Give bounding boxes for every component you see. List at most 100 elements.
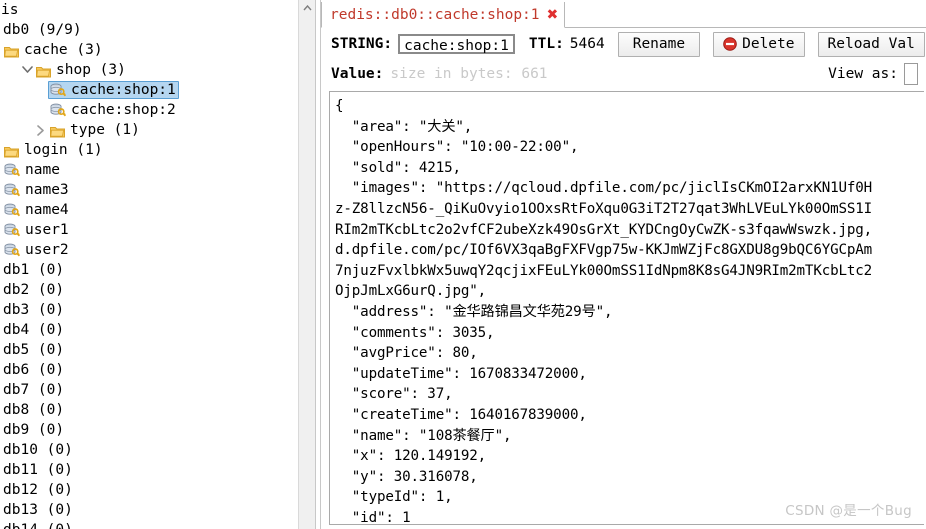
tree-item-db1[interactable]: db1 (0) — [0, 260, 315, 280]
tree-item-hit-area[interactable]: shop (3) — [34, 61, 129, 79]
tree-item-db7[interactable]: db7 (0) — [0, 380, 315, 400]
tree-item-db9[interactable]: db9 (0) — [0, 420, 315, 440]
tree-item-login[interactable]: login (1) — [0, 140, 315, 160]
tree-item-hit-area[interactable]: db8 (0) — [0, 401, 67, 419]
value-pane: redis::db0::cache:shop:1 ✖ STRING: cache… — [321, 0, 926, 529]
tree-item-hit-area[interactable]: db2 (0) — [0, 281, 67, 299]
editor-line: "sold": 4215, — [335, 159, 461, 176]
tree-item-hit-area[interactable]: db11 (0) — [0, 461, 76, 479]
reload-value-button[interactable]: Reload Val — [817, 31, 925, 57]
tree-item-hit-area[interactable]: db5 (0) — [0, 341, 67, 359]
tree-item-db14[interactable]: db14 (0) — [0, 520, 315, 529]
value-size-text: size in bytes: 661 — [390, 66, 548, 82]
tree-item-label: db13 (0) — [3, 502, 73, 518]
chevron-down-icon[interactable] — [20, 61, 34, 79]
tree-item-hit-area[interactable]: db10 (0) — [0, 441, 76, 459]
tree-item-label: db4 (0) — [3, 322, 65, 338]
chevron-right-icon[interactable] — [34, 121, 48, 139]
view-as-label: View as: — [828, 66, 898, 82]
tree-item-hit-area[interactable]: type (1) — [48, 121, 143, 139]
tree-vertical-scrollbar[interactable] — [298, 0, 315, 529]
tree-item-cache[interactable]: cache (3) — [0, 40, 315, 60]
tree-item-type[interactable]: type (1) — [0, 120, 315, 140]
tree-item-db6[interactable]: db6 (0) — [0, 360, 315, 380]
key-tree-pane: is db0 (9/9) cache (3) shop (3) cache:shop:… — [0, 0, 315, 529]
tree-item-db13[interactable]: db13 (0) — [0, 500, 315, 520]
tree-item-cache-shop-1[interactable]: cache:shop:1 — [0, 80, 315, 100]
tree-item-db12[interactable]: db12 (0) — [0, 480, 315, 500]
editor-line: "score": 37, — [335, 386, 453, 403]
rename-button-label: Rename — [632, 36, 686, 52]
tree-item-label: name4 — [25, 202, 69, 218]
delete-button[interactable]: Delete — [713, 31, 805, 57]
redis-desktop-manager-window: is db0 (9/9) cache (3) shop (3) cache:shop:… — [0, 0, 926, 529]
scroll-up-arrow-icon[interactable] — [299, 0, 315, 16]
tree-item-user1[interactable]: user1 — [0, 220, 315, 240]
editor-line: "id": 1 — [335, 509, 411, 525]
tree-item-label: db11 (0) — [3, 462, 73, 478]
tree-item-db11[interactable]: db11 (0) — [0, 460, 315, 480]
ttl-value: 5464 — [569, 36, 605, 52]
editor-line: "comments": 3035, — [335, 324, 495, 341]
close-icon[interactable]: ✖ — [547, 8, 559, 22]
view-as-group: View as: — [828, 63, 918, 85]
rename-button[interactable]: Rename — [617, 31, 701, 57]
tree-item-name[interactable]: name — [0, 160, 315, 180]
editor-line: "area": "大关", — [335, 118, 473, 135]
tree-item-hit-area[interactable]: db7 (0) — [0, 381, 67, 399]
tree-item-hit-area[interactable]: db1 (0) — [0, 261, 67, 279]
key-name-input[interactable]: cache:shop:1 — [398, 34, 515, 54]
tree-item-hit-area[interactable]: name4 — [2, 201, 72, 219]
tree-item-hit-area[interactable]: db3 (0) — [0, 301, 67, 319]
tree-item-hit-area[interactable]: db4 (0) — [0, 321, 67, 339]
tree-item-hit-area[interactable]: cache:shop:1 — [48, 81, 179, 99]
tree-item-hit-area[interactable]: db6 (0) — [0, 361, 67, 379]
tree-item-db8[interactable]: db8 (0) — [0, 400, 315, 420]
folder-icon — [4, 144, 19, 157]
ttl-label: TTL: — [528, 36, 564, 52]
tree-item-hit-area[interactable]: name — [2, 161, 63, 179]
tree-item-user2[interactable]: user2 — [0, 240, 315, 260]
tree-item-db0[interactable]: db0 (9/9) — [0, 20, 315, 40]
editor-line: "typeId": 1, — [335, 489, 453, 506]
tree-item-hit-area[interactable]: db13 (0) — [0, 501, 76, 519]
tree-item-shop[interactable]: shop (3) — [0, 60, 315, 80]
tree-item-label: type (1) — [70, 122, 140, 138]
tree-item-hit-area[interactable]: db14 (0) — [0, 521, 76, 529]
folder-icon — [36, 64, 51, 77]
tree-item-label: shop (3) — [56, 62, 126, 78]
tree-item-hit-area[interactable]: cache (3) — [2, 41, 106, 59]
tree-item-cache-shop-2[interactable]: cache:shop:2 — [0, 100, 315, 120]
tree-item-hit-area[interactable]: user2 — [2, 241, 72, 259]
tab-redis-db0-cache-shop-1[interactable]: redis::db0::cache:shop:1 ✖ — [321, 2, 566, 28]
tree-item-hit-area[interactable]: name3 — [2, 181, 72, 199]
tree-item-db4[interactable]: db4 (0) — [0, 320, 315, 340]
editor-line: "x": 120.149192, — [335, 448, 487, 465]
tree-item-hit-area[interactable]: db12 (0) — [0, 481, 76, 499]
editor-line: "images": "https://qcloud.dpfile.com/pc/… — [335, 180, 873, 197]
tree-item-label: db3 (0) — [3, 302, 65, 318]
tree-item-db5[interactable]: db5 (0) — [0, 340, 315, 360]
tree-item-hit-area[interactable]: login (1) — [2, 141, 106, 159]
key-tree[interactable]: db0 (9/9) cache (3) shop (3) cache:shop:1 ca… — [0, 20, 315, 529]
tree-item-db2[interactable]: db2 (0) — [0, 280, 315, 300]
tree-item-hit-area[interactable]: db9 (0) — [0, 421, 67, 439]
editor-line: "avgPrice": 80, — [335, 345, 478, 362]
tree-item-db10[interactable]: db10 (0) — [0, 440, 315, 460]
editor-line: "y": 30.316078, — [335, 468, 478, 485]
value-editor[interactable]: { "area": "大关", "openHours": "10:00-22:0… — [329, 91, 924, 525]
editor-line: 7njuzFvxlbkWx5uwqY2qcjixFEuLYk00OmSS1IdN… — [335, 262, 873, 279]
reload-value-button-label: Reload Val — [827, 36, 915, 52]
tree-item-label: db14 (0) — [2, 520, 73, 529]
tree-item-label: cache:shop:1 — [71, 81, 176, 98]
tree-item-label: cache (3) — [24, 42, 103, 58]
tree-item-name4[interactable]: name4 — [0, 200, 315, 220]
tree-item-label: db2 (0) — [3, 282, 65, 298]
tree-item-name3[interactable]: name3 — [0, 180, 315, 200]
tree-item-hit-area[interactable]: db0 (9/9) — [0, 21, 85, 39]
tree-item-hit-area[interactable]: user1 — [2, 221, 72, 239]
view-as-select[interactable] — [904, 63, 918, 85]
value-editor-content[interactable]: { "area": "大关", "openHours": "10:00-22:0… — [330, 92, 924, 525]
tree-item-db3[interactable]: db3 (0) — [0, 300, 315, 320]
tree-item-hit-area[interactable]: cache:shop:2 — [48, 101, 179, 119]
